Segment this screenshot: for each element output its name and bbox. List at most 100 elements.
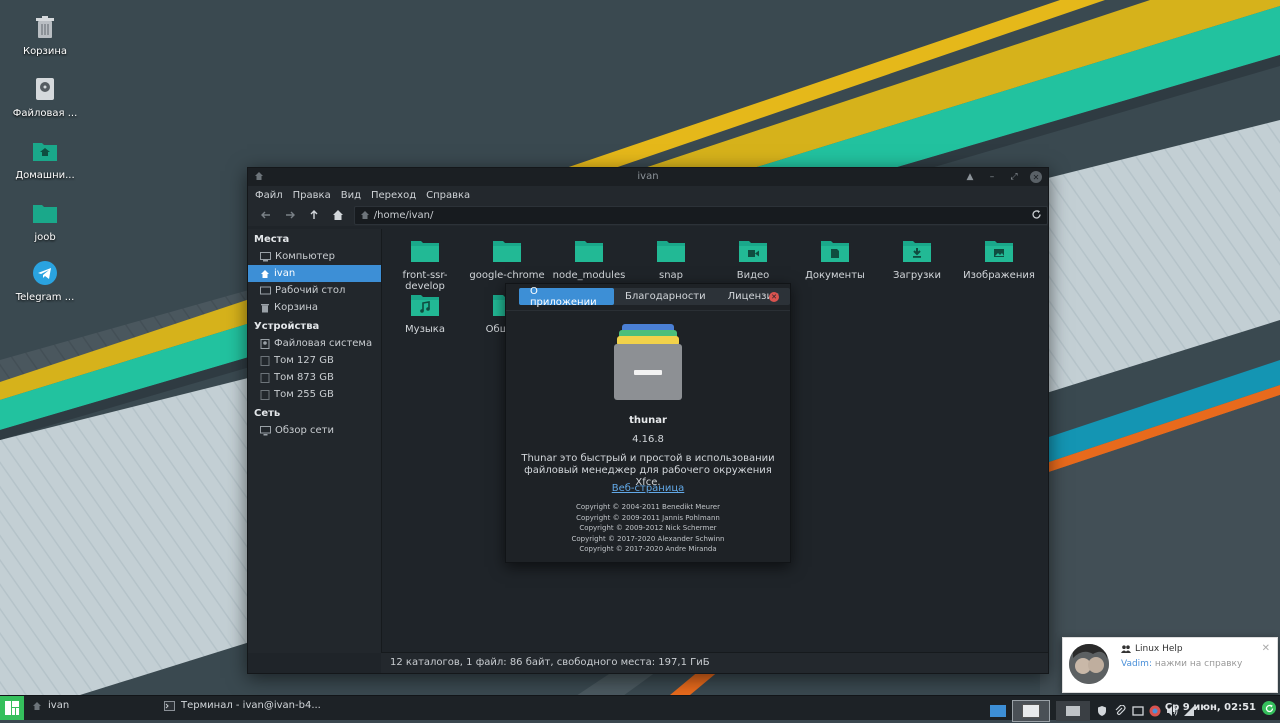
sidebar-item-volume-127[interactable]: Том 127 GB <box>248 352 381 369</box>
workspace-3[interactable] <box>1056 701 1090 721</box>
file-item[interactable]: snap <box>630 238 712 281</box>
home-icon <box>332 210 343 220</box>
sidebar: Места Компьютер ivan Рабочий стол Корзин… <box>248 229 382 653</box>
dialog-close-button[interactable]: ✕ <box>769 292 779 302</box>
file-item[interactable]: node_modules <box>548 238 630 281</box>
close-button[interactable]: ✕ <box>1030 171 1042 183</box>
menubar: Файл Правка Вид Переход Справка <box>248 186 1048 204</box>
folder-icon <box>33 205 57 223</box>
maximize-button[interactable]: ⤢ <box>1008 171 1020 183</box>
statusbar: 12 каталогов, 1 файл: 86 байт, свободног… <box>381 652 1048 673</box>
up-button[interactable] <box>302 206 326 224</box>
folder-icon <box>411 241 439 262</box>
window-titlebar[interactable]: ivan ▲ – ⤢ ✕ <box>248 168 1048 186</box>
location-bar[interactable]: /home/ivan/ <box>353 205 1048 225</box>
update-icon[interactable] <box>1149 705 1161 717</box>
tab-about[interactable]: О приложении <box>519 286 615 308</box>
drive-icon <box>260 355 270 366</box>
file-item[interactable]: Изображения <box>958 238 1040 281</box>
file-item[interactable]: Видео <box>712 238 794 281</box>
desktop-icon-telegram[interactable]: Telegram ... <box>10 260 80 303</box>
home-button[interactable] <box>326 206 350 224</box>
tab-credits[interactable]: Благодарности <box>614 288 717 305</box>
copyright-line: Copyright © 2017-2020 Andre Miranda <box>579 545 717 553</box>
desktop-icon-trash[interactable]: Корзина <box>10 14 80 57</box>
group-icon <box>1121 645 1131 653</box>
telegram-icon <box>33 261 57 285</box>
home-folder-icon <box>33 143 57 161</box>
clock[interactable]: Ср 9 июн, 02:51 <box>1165 702 1256 713</box>
menu-help[interactable]: Справка <box>426 190 470 201</box>
documents-folder-icon <box>821 241 849 262</box>
arrow-right-icon <box>285 211 295 219</box>
reload-icon[interactable] <box>1031 209 1042 220</box>
taskbar-item-ivan[interactable]: ivan <box>32 700 69 711</box>
drive-icon <box>260 389 270 400</box>
folder-icon <box>657 241 685 262</box>
file-item[interactable]: google-chrome <box>466 238 548 281</box>
workspace-1[interactable] <box>990 705 1006 717</box>
desktop-icon-home[interactable]: Домашни... <box>10 138 80 181</box>
file-item[interactable]: Документы <box>794 238 876 281</box>
menu-file[interactable]: Файл <box>255 190 283 201</box>
sidebar-section-network: Сеть <box>254 408 281 419</box>
sidebar-section-places: Места <box>254 234 290 245</box>
sidebar-item-volume-255[interactable]: Том 255 GB <box>248 386 381 403</box>
home-icon <box>360 211 369 219</box>
refresh-icon <box>1265 704 1273 712</box>
status-text: 12 каталогов, 1 файл: 86 байт, свободног… <box>390 657 710 668</box>
sidebar-item-computer[interactable]: Компьютер <box>248 248 381 265</box>
taskbar-item-terminal[interactable]: Терминал - ivan@ivan-b4... <box>164 700 321 711</box>
drive-icon <box>260 338 270 349</box>
tabs-divider <box>506 310 790 311</box>
desktop-icon <box>260 286 271 294</box>
file-item[interactable]: front-ssr-develop <box>384 238 466 292</box>
minimize-button[interactable]: – <box>986 171 998 183</box>
workspace-2[interactable] <box>1012 700 1050 722</box>
sidebar-item-ivan[interactable]: ivan <box>248 265 381 282</box>
video-folder-icon <box>739 241 767 262</box>
copyright-line: Copyright © 2004-2011 Benedikt Meurer <box>576 503 720 511</box>
manjaro-logo-icon <box>5 701 19 715</box>
forward-button[interactable] <box>278 206 302 224</box>
about-tabs: О приложении Благодарности Лицензия <box>519 286 790 308</box>
music-folder-icon <box>411 295 439 316</box>
notification-popup[interactable]: Linux Help Vadim: нажми на справку ✕ <box>1062 637 1278 693</box>
home-icon <box>261 269 269 278</box>
sidebar-item-trash[interactable]: Корзина <box>248 299 381 316</box>
website-link[interactable]: Веб-страница <box>506 483 790 494</box>
notification-close-button[interactable]: ✕ <box>1262 643 1270 654</box>
window-title: ivan <box>637 171 659 182</box>
shade-button[interactable]: ▲ <box>964 171 976 183</box>
manjaro-menu-button[interactable] <box>0 696 24 720</box>
pictures-folder-icon <box>985 241 1013 262</box>
file-item[interactable]: Музыка <box>384 292 466 335</box>
update-manager-button[interactable] <box>1262 701 1276 715</box>
sidebar-item-volume-873[interactable]: Том 873 GB <box>248 369 381 386</box>
sidebar-item-filesystem[interactable]: Файловая система <box>248 335 381 352</box>
drive-icon <box>36 78 54 100</box>
network-icon <box>260 425 271 435</box>
sidebar-item-desktop[interactable]: Рабочий стол <box>248 282 381 299</box>
notification-body: Vadim: нажми на справку <box>1121 659 1243 669</box>
folder-icon <box>575 241 603 262</box>
desktop-icon-filesystem[interactable]: Файловая ... <box>10 76 80 119</box>
window-icon[interactable] <box>1132 705 1144 717</box>
desktop-icon-joob[interactable]: joob <box>10 200 80 243</box>
menu-go[interactable]: Переход <box>371 190 416 201</box>
shield-icon[interactable] <box>1096 705 1108 717</box>
back-button[interactable] <box>254 206 278 224</box>
copyright-line: Copyright © 2009-2011 Jannis Pohlmann <box>576 513 720 522</box>
folder-icon <box>493 241 521 262</box>
app-name: thunar <box>629 415 667 426</box>
menu-view[interactable]: Вид <box>341 190 361 201</box>
sidebar-item-browse-network[interactable]: Обзор сети <box>248 422 381 439</box>
menu-edit[interactable]: Правка <box>293 190 331 201</box>
sidebar-section-devices: Устройства <box>254 321 320 332</box>
location-path: /home/ivan/ <box>373 209 434 221</box>
thunar-logo-icon <box>614 324 682 400</box>
paperclip-icon[interactable] <box>1114 705 1126 717</box>
close-icon: ✕ <box>771 293 777 301</box>
file-item[interactable]: Загрузки <box>876 238 958 281</box>
drive-icon <box>260 372 270 383</box>
